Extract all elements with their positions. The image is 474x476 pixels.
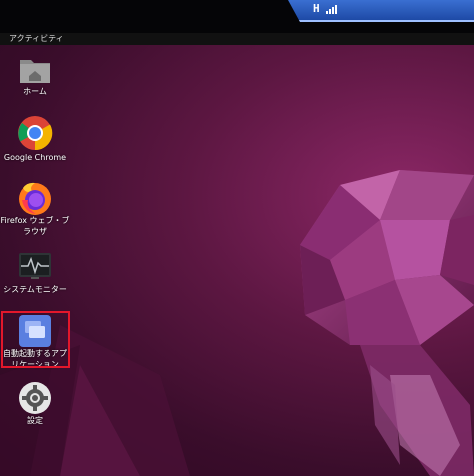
vnc-connection-label[interactable]: H — [313, 2, 320, 15]
activities-button[interactable]: アクティビティ — [9, 34, 64, 44]
jellyfish-wallpaper — [0, 170, 474, 476]
home-folder-icon — [20, 60, 50, 83]
dock-label-system-monitor: システムモニター — [3, 285, 67, 294]
dock-label-home: ホーム — [23, 87, 47, 96]
signal-strength-icon — [326, 4, 340, 14]
system-monitor-icon — [19, 253, 51, 279]
dock-label-google-chrome: Google Chrome — [3, 153, 67, 162]
dock-label-settings: 設定 — [27, 416, 43, 425]
gnome-top-bar — [0, 33, 474, 45]
selection-highlight-box — [1, 311, 70, 368]
desktop — [0, 45, 474, 476]
chrome-icon — [18, 116, 53, 151]
firefox-icon — [19, 182, 51, 215]
settings-gear-icon — [19, 382, 51, 414]
dock-label-firefox: Firefox ウェブ・ブラウザ — [0, 216, 70, 236]
